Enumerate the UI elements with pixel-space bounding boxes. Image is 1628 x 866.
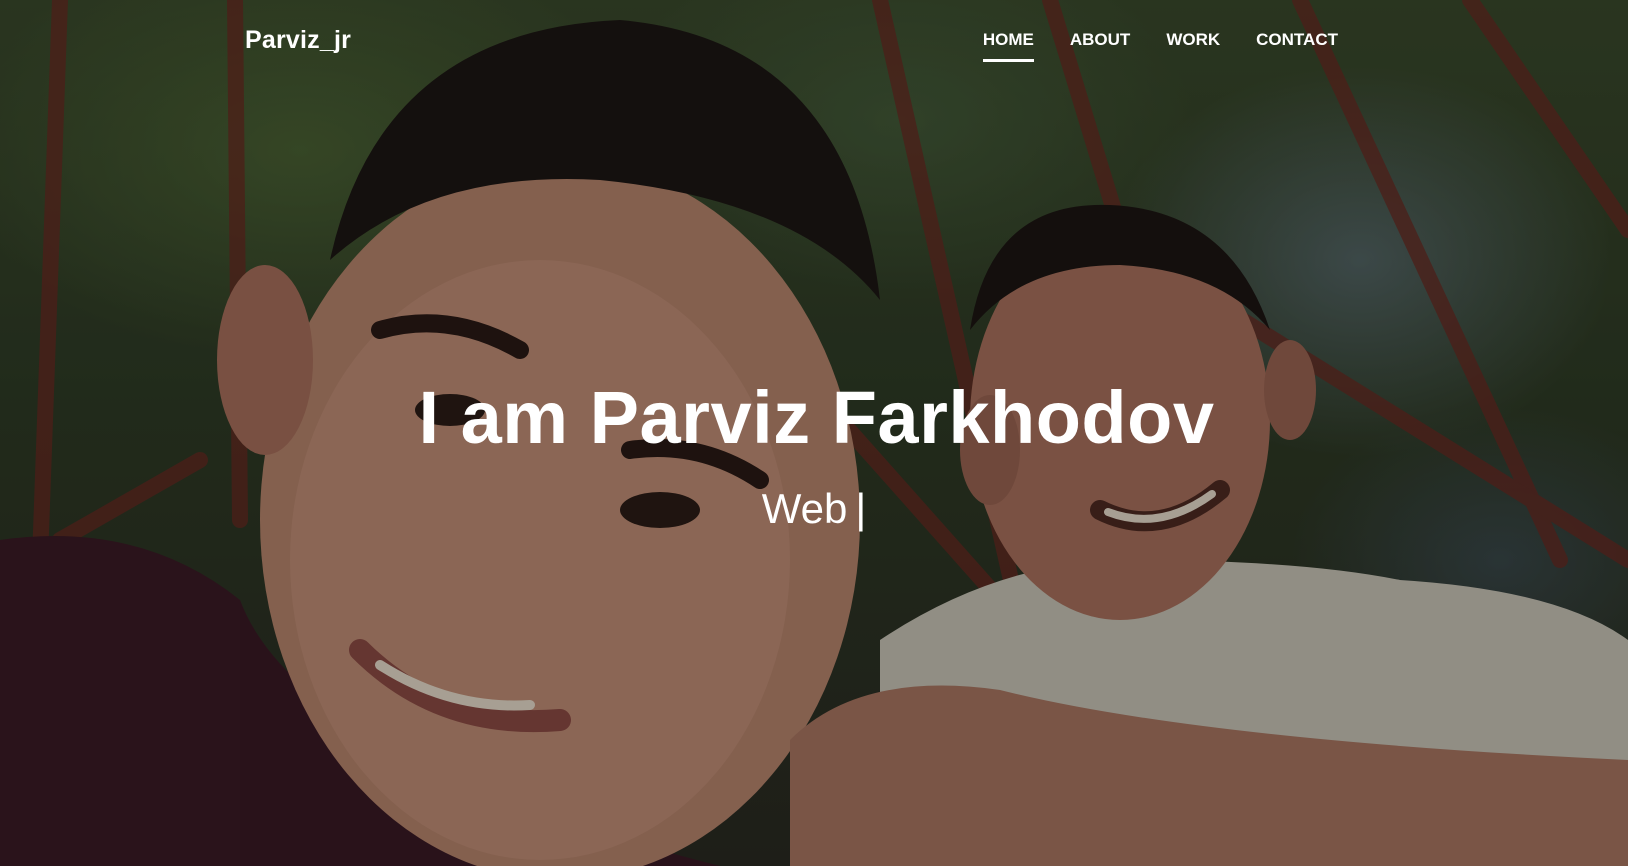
- hero-title: I am Parviz Farkhodov: [418, 376, 1215, 459]
- nav-item-contact: CONTACT: [1256, 30, 1338, 60]
- navbar: Parviz_jr HOME ABOUT WORK CONTACT: [0, 0, 1628, 82]
- nav-link-contact[interactable]: CONTACT: [1256, 30, 1338, 60]
- typed-cursor: |: [855, 485, 867, 533]
- brand-logo-link[interactable]: Parviz_jr: [245, 26, 351, 55]
- hero-section: Parviz_jr HOME ABOUT WORK CONTACT I am P…: [0, 0, 1628, 866]
- nav-link-home[interactable]: HOME: [982, 30, 1034, 62]
- nav-link-about[interactable]: ABOUT: [1070, 30, 1130, 60]
- nav-item-about: ABOUT: [1070, 30, 1130, 60]
- hero-subtitle: Web |: [0, 484, 1628, 534]
- typed-text: Web: [761, 485, 848, 533]
- nav-item-home: HOME: [982, 30, 1034, 62]
- nav-link-work[interactable]: WORK: [1166, 30, 1220, 60]
- nav-menu: HOME ABOUT WORK CONTACT: [982, 30, 1338, 62]
- hero-content: I am Parviz Farkhodov Web |: [0, 375, 1628, 534]
- nav-item-work: WORK: [1166, 30, 1220, 60]
